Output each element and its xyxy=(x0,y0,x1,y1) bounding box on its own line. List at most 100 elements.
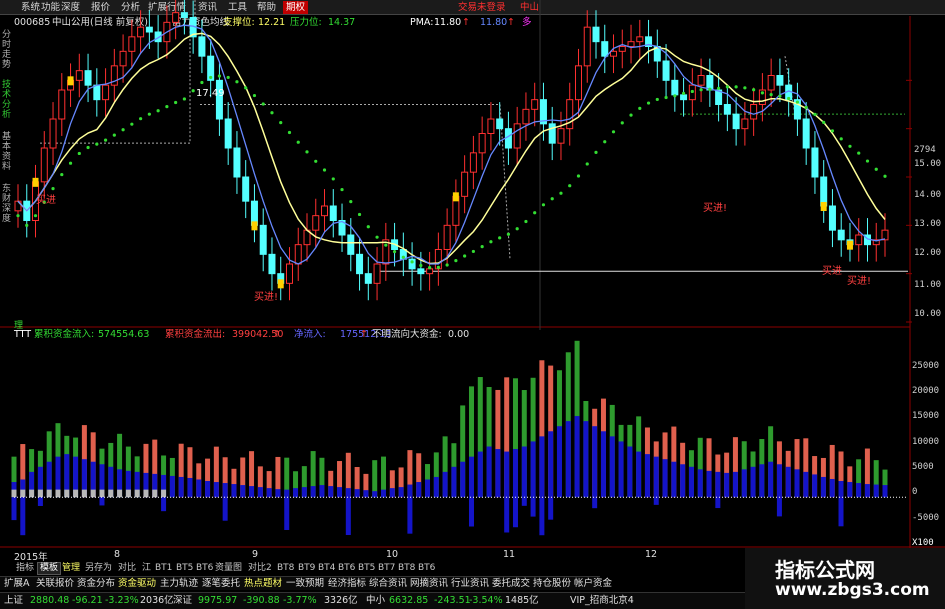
candle-body xyxy=(671,79,679,96)
tab-save-as[interactable]: 另存为 xyxy=(83,562,114,575)
volume-bar-base xyxy=(81,489,87,498)
volume-bar-inner xyxy=(592,426,598,498)
price-axis-label: 15.00 xyxy=(914,159,942,169)
time-axis-month: 11 xyxy=(503,549,516,560)
tab-economic-index[interactable]: 经济指标 xyxy=(328,577,366,591)
tab-holdings[interactable]: 持仓股份 xyxy=(533,577,571,591)
ma-green-dot xyxy=(760,91,764,95)
ma-green-dot xyxy=(331,177,335,181)
tab-bt5[interactable]: BT5 xyxy=(174,562,195,575)
tab-volume-chart[interactable]: 资量图 xyxy=(213,562,244,575)
tab-bt9[interactable]: BT9 xyxy=(296,562,317,575)
volume-bar-negative xyxy=(37,497,43,506)
volume-bar-negative xyxy=(838,497,844,527)
tab-account-funds[interactable]: 帐户资金 xyxy=(574,577,612,591)
candle-body xyxy=(364,273,372,284)
candle-body xyxy=(215,79,223,120)
candle-body xyxy=(837,229,845,241)
tab-template[interactable]: 模板 xyxy=(37,562,62,575)
ma-green-dot xyxy=(550,197,554,201)
ma-green-dot xyxy=(865,159,870,163)
tab-bt8[interactable]: BT8 xyxy=(275,562,296,575)
ma-green-dot xyxy=(410,260,414,264)
tab-compare-2[interactable]: 对比2 xyxy=(246,562,274,575)
candle-body xyxy=(732,113,740,130)
volume-bar-inner xyxy=(310,486,316,498)
tab-main-track[interactable]: 主力轨迹 xyxy=(160,577,198,591)
ma-green-dot xyxy=(112,133,116,137)
tab-fund-distribution[interactable]: 资金分布 xyxy=(77,577,115,591)
tab-bt7[interactable]: BT7 xyxy=(376,562,397,575)
volume-bar-inner xyxy=(205,481,211,498)
tab-bt5-b[interactable]: BT5 xyxy=(356,562,377,575)
tab-web-news[interactable]: 网摘资讯 xyxy=(410,577,448,591)
tab-bt6-c[interactable]: BT6 xyxy=(416,562,437,575)
volume-bar-negative xyxy=(512,497,518,528)
tab-tick-order[interactable]: 逐笔委托 xyxy=(202,577,240,591)
ma-green-dot xyxy=(857,151,861,155)
volume-bar-inner xyxy=(688,466,694,498)
ma-green-dot xyxy=(524,219,528,224)
sz-index-amount: 3326亿 xyxy=(324,595,358,606)
candle-body xyxy=(723,104,731,115)
candle-body xyxy=(417,268,425,275)
volume-bar-inner xyxy=(785,466,791,498)
ma-green-dot xyxy=(428,266,432,270)
inflow-label: 累积资金流入: xyxy=(34,329,95,340)
tab-ext-a[interactable]: 扩展A xyxy=(4,577,30,591)
volume-bar-inner xyxy=(732,471,738,498)
tab-bt8-b[interactable]: BT8 xyxy=(396,562,417,575)
tab-consensus[interactable]: 一致预期 xyxy=(286,577,324,591)
ma-green-dot xyxy=(787,96,791,101)
ma-green-dot xyxy=(813,112,817,117)
tab-bt1[interactable]: BT1 xyxy=(153,562,174,575)
ma-green-dot xyxy=(480,245,484,249)
volume-axis-unit: X100 xyxy=(912,538,934,548)
volume-bar-inner xyxy=(724,472,730,498)
candle-body xyxy=(697,75,705,86)
chart-canvas[interactable]: 17.49买进买进!买进!买进买进! xyxy=(0,0,945,609)
tab-bt6-b[interactable]: BT6 xyxy=(336,562,357,575)
candle-body xyxy=(443,224,451,250)
ma-green-dot xyxy=(147,112,151,116)
volume-bar-negative xyxy=(99,497,105,506)
candle-body xyxy=(75,70,83,81)
candle-body xyxy=(855,234,863,246)
ma-green-dot xyxy=(287,130,292,135)
volume-bar-inner xyxy=(486,446,492,498)
tab-fund-drive[interactable]: 资金驱动 xyxy=(118,577,156,591)
tab-order-fill[interactable]: 委托成交 xyxy=(492,577,530,591)
tab-compare[interactable]: 对比 xyxy=(116,562,138,575)
tab-indicator[interactable]: 指标 xyxy=(14,562,36,575)
volume-panel[interactable] xyxy=(11,340,909,536)
ma-green-dot xyxy=(489,240,493,244)
tab-related-quote[interactable]: 关联报价 xyxy=(36,577,74,591)
candle-body xyxy=(662,60,670,81)
volume-bar-negative xyxy=(345,497,351,536)
tab-industry-news[interactable]: 行业资讯 xyxy=(451,577,489,591)
tab-manage[interactable]: 管理 xyxy=(60,562,82,575)
ma-green-dot xyxy=(541,203,546,207)
tab-general-news[interactable]: 综合资讯 xyxy=(369,577,407,591)
candle-body xyxy=(49,118,57,149)
ma-green-dot xyxy=(165,105,169,109)
tab-hot-topic[interactable]: 热点题材 xyxy=(244,577,282,591)
price-panel[interactable] xyxy=(14,0,889,301)
candle-body xyxy=(224,118,232,149)
volume-bar-base xyxy=(152,489,158,498)
indicator-tab-bar: 指标 模板 管理 另存为 对比 江 BT1 BT5 BT6 资量图 对比2 BT… xyxy=(0,562,500,575)
tab-bt4[interactable]: BT4 xyxy=(316,562,337,575)
volume-bar-inner xyxy=(812,474,818,498)
volume-bar-inner xyxy=(618,441,624,498)
sh-index-label: 上证 xyxy=(4,595,24,606)
ma-green-dot xyxy=(498,236,502,240)
vip-server-label[interactable]: VIP_招商北京4 xyxy=(570,593,634,609)
time-axis-month: 12 xyxy=(645,549,658,560)
candle-body xyxy=(198,36,206,57)
volume-bar-negative xyxy=(521,497,527,506)
volume-bar-inner xyxy=(636,451,642,498)
tab-jiang[interactable]: 江 xyxy=(140,562,153,575)
volume-axis-label: 15000 xyxy=(912,411,940,421)
ma-green-dot xyxy=(68,161,73,165)
candle-body xyxy=(583,26,591,67)
